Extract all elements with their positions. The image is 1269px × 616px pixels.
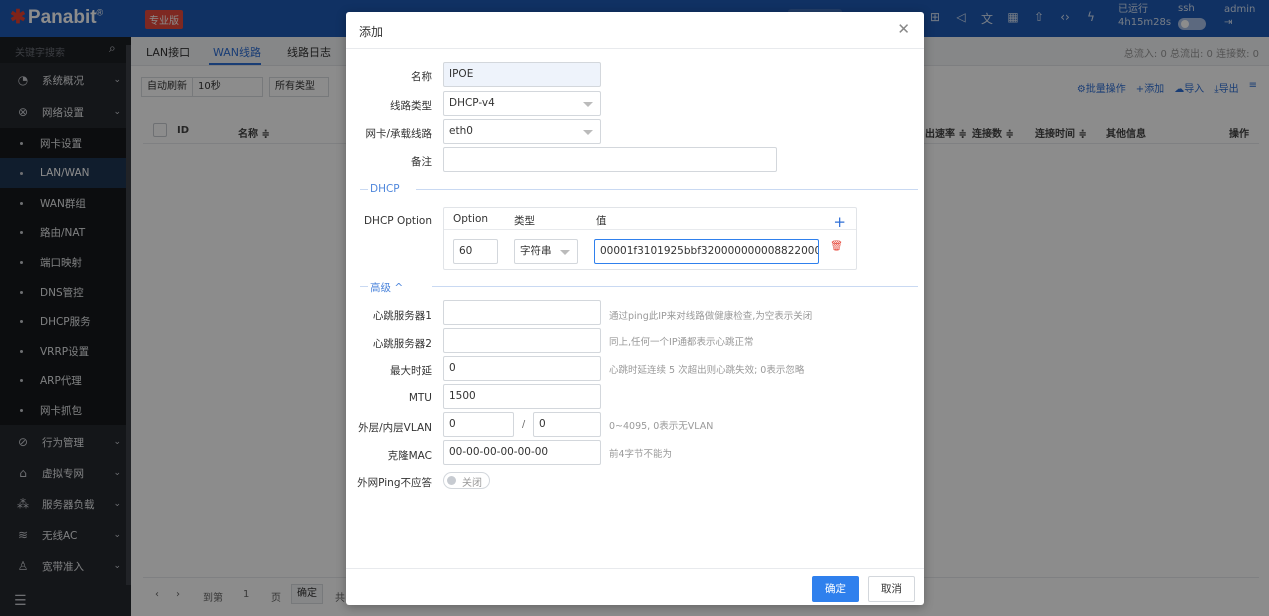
dhcp-option-header: Option 类型 值 + — [444, 208, 856, 231]
delete-option-icon[interactable]: 🗑 — [830, 241, 843, 252]
heartbeat-server1-input[interactable] — [443, 300, 601, 325]
add-line-dialog: 添加 ✕ 名称 IPOE 线路类型 DHCP-v4 网卡/承载线路 eth0 备… — [346, 12, 924, 605]
confirm-button[interactable]: 确定 — [812, 576, 859, 602]
advanced-section-divider[interactable]: 高级 ^ — [360, 280, 918, 294]
option-type-select[interactable]: 字符串 — [514, 239, 578, 264]
dialog-title: 添加 — [359, 25, 384, 39]
dhcp-option-table: Option 类型 值 + 60 字符串 00001f3101925bbf320… — [443, 207, 857, 270]
line-type-select[interactable]: DHCP-v4 — [443, 91, 601, 116]
name-input[interactable]: IPOE — [443, 62, 601, 87]
nic-select[interactable]: eth0 — [443, 119, 601, 144]
heartbeat-server2-input[interactable] — [443, 328, 601, 353]
mtu-input[interactable]: 1500 — [443, 384, 601, 409]
add-option-icon[interactable]: + — [833, 213, 846, 231]
close-icon[interactable]: ✕ — [897, 20, 910, 38]
option-value-input[interactable]: 00001f3101925bbf320000000008822000000000… — [594, 239, 819, 264]
dhcp-section-divider: DHCP — [360, 183, 918, 197]
note-input[interactable] — [443, 147, 777, 172]
cancel-button[interactable]: 取消 — [868, 576, 915, 602]
wan-ping-toggle[interactable]: 关闭 — [443, 472, 490, 489]
clone-mac-input[interactable]: 00-00-00-00-00-00 — [443, 440, 601, 465]
inner-vlan-input[interactable]: 0 — [533, 412, 601, 437]
max-delay-input[interactable]: 0 — [443, 356, 601, 381]
option-code-input[interactable]: 60 — [453, 239, 498, 264]
outer-vlan-input[interactable]: 0 — [443, 412, 514, 437]
